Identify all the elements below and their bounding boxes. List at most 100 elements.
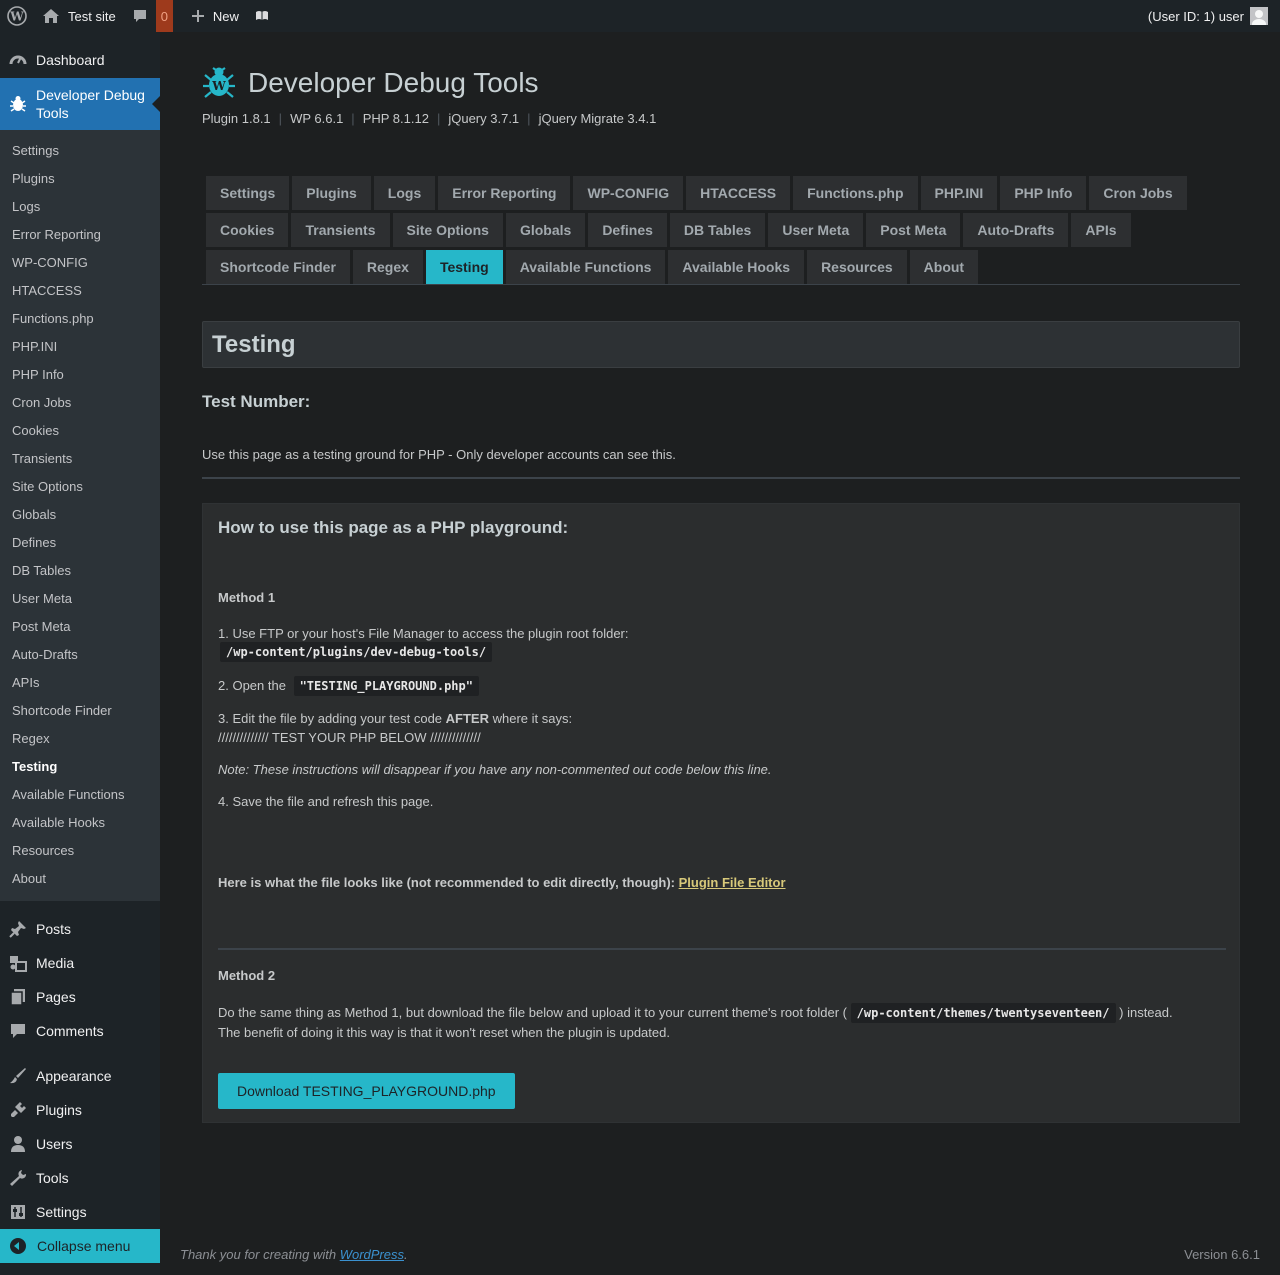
dashboard-icon bbox=[8, 50, 28, 70]
tab-htaccess[interactable]: HTACCESS bbox=[686, 176, 791, 210]
submenu-user-meta[interactable]: User Meta bbox=[0, 585, 160, 613]
site-name: Test site bbox=[68, 8, 116, 24]
tab-php-ini[interactable]: PHP.INI bbox=[920, 176, 998, 210]
tab-resources[interactable]: Resources bbox=[807, 250, 907, 284]
version-divider: | bbox=[351, 111, 355, 126]
plugin-version: Plugin 1.8.1 bbox=[202, 111, 271, 126]
menu-posts[interactable]: Posts bbox=[0, 912, 160, 946]
divider bbox=[218, 948, 1226, 950]
tab-site-options[interactable]: Site Options bbox=[392, 213, 503, 247]
php-comment-marker: ////////////// TEST YOUR PHP BELOW /////… bbox=[218, 730, 481, 745]
submenu-cron-jobs[interactable]: Cron Jobs bbox=[0, 389, 160, 417]
version-list: Plugin 1.8.1 | WP 6.6.1 | PHP 8.1.12 | jQuery … bbox=[202, 111, 656, 126]
submenu-php-ini[interactable]: PHP.INI bbox=[0, 333, 160, 361]
submenu-plugins[interactable]: Plugins bbox=[0, 165, 160, 193]
submenu-available-hooks[interactable]: Available Hooks bbox=[0, 809, 160, 837]
tab-auto-drafts[interactable]: Auto-Drafts bbox=[963, 213, 1069, 247]
submenu-shortcode-finder[interactable]: Shortcode Finder bbox=[0, 697, 160, 725]
tab-about[interactable]: About bbox=[909, 250, 979, 284]
submenu-about[interactable]: About bbox=[0, 865, 160, 893]
tab-available-functions[interactable]: Available Functions bbox=[505, 250, 666, 284]
tab-wp-config[interactable]: WP-CONFIG bbox=[573, 176, 684, 210]
submenu-wp-config[interactable]: WP-CONFIG bbox=[0, 249, 160, 277]
collapse-arrow-icon bbox=[10, 1238, 26, 1254]
tab-available-hooks[interactable]: Available Hooks bbox=[668, 250, 805, 284]
bug-icon: W bbox=[203, 67, 235, 98]
tab-functions-php[interactable]: Functions.php bbox=[793, 176, 918, 210]
wp-version: WP 6.6.1 bbox=[290, 111, 344, 126]
submenu-logs[interactable]: Logs bbox=[0, 193, 160, 221]
menu-settings[interactable]: Settings bbox=[0, 1195, 160, 1229]
tab-cron-jobs[interactable]: Cron Jobs bbox=[1089, 176, 1187, 210]
tab-transients[interactable]: Transients bbox=[291, 213, 390, 247]
tab-defines[interactable]: Defines bbox=[588, 213, 667, 247]
tab-apis[interactable]: APIs bbox=[1071, 213, 1131, 247]
download-playground-button[interactable]: Download TESTING_PLAYGROUND.php bbox=[218, 1073, 515, 1109]
menu-pages[interactable]: Pages bbox=[0, 980, 160, 1014]
menu-media[interactable]: Media bbox=[0, 946, 160, 980]
menu-plugins[interactable]: Plugins bbox=[0, 1093, 160, 1127]
submenu-htaccess[interactable]: HTACCESS bbox=[0, 277, 160, 305]
submenu-regex[interactable]: Regex bbox=[0, 725, 160, 753]
menu-comments[interactable]: Comments bbox=[0, 1014, 160, 1048]
file-preview-text: Here is what the file looks like (not re… bbox=[218, 875, 675, 890]
tab-error-reporting[interactable]: Error Reporting bbox=[438, 176, 571, 210]
playground-instructions-panel: How to use this page as a PHP playground… bbox=[202, 503, 1240, 1123]
submenu-auto-drafts[interactable]: Auto-Drafts bbox=[0, 641, 160, 669]
submenu-transients[interactable]: Transients bbox=[0, 445, 160, 473]
submenu-resources[interactable]: Resources bbox=[0, 837, 160, 865]
menu-appearance[interactable]: Appearance bbox=[0, 1059, 160, 1093]
submenu-post-meta[interactable]: Post Meta bbox=[0, 613, 160, 641]
tab-db-tables[interactable]: DB Tables bbox=[669, 213, 766, 247]
menu-dashboard[interactable]: Dashboard bbox=[0, 43, 160, 77]
tab-settings[interactable]: Settings bbox=[206, 176, 290, 210]
wordpress-link[interactable]: WordPress bbox=[340, 1247, 404, 1262]
menu-users[interactable]: Users bbox=[0, 1127, 160, 1161]
menu-developer-debug-tools[interactable]: Developer Debug Tools bbox=[0, 78, 160, 130]
tab-logs[interactable]: Logs bbox=[373, 176, 436, 210]
book-icon[interactable] bbox=[247, 0, 277, 32]
submenu-apis[interactable]: APIs bbox=[0, 669, 160, 697]
comments-link[interactable]: 0 bbox=[124, 0, 173, 32]
submenu-settings[interactable]: Settings bbox=[0, 137, 160, 165]
plus-icon bbox=[191, 10, 204, 22]
tab-testing[interactable]: Testing bbox=[425, 250, 503, 284]
tab-shortcode-finder[interactable]: Shortcode Finder bbox=[206, 250, 350, 284]
plugin-root-path-code: /wp-content/plugins/dev-debug-tools/ bbox=[220, 642, 493, 662]
user-account-menu[interactable]: (User ID: 1) user bbox=[1148, 0, 1268, 32]
version-divider: | bbox=[527, 111, 531, 126]
submenu-cookies[interactable]: Cookies bbox=[0, 417, 160, 445]
submenu-available-functions[interactable]: Available Functions bbox=[0, 781, 160, 809]
tab-navigation: Settings Plugins Logs Error Reporting WP… bbox=[202, 176, 1240, 285]
tab-regex[interactable]: Regex bbox=[352, 250, 423, 284]
settings-icon bbox=[8, 1202, 28, 1222]
submenu-defines[interactable]: Defines bbox=[0, 529, 160, 557]
submenu-php-info[interactable]: PHP Info bbox=[0, 361, 160, 389]
menu-posts-label: Posts bbox=[36, 921, 72, 937]
submenu-globals[interactable]: Globals bbox=[0, 501, 160, 529]
plugin-file-editor-link[interactable]: Plugin File Editor bbox=[679, 875, 786, 890]
pushpin-icon bbox=[8, 919, 28, 939]
submenu-db-tables[interactable]: DB Tables bbox=[0, 557, 160, 585]
site-name-link[interactable]: Test site bbox=[34, 0, 124, 32]
admin-sidebar: Dashboard Developer Debug Tools Settings… bbox=[0, 32, 160, 1275]
submenu-functions-php[interactable]: Functions.php bbox=[0, 305, 160, 333]
tab-plugins[interactable]: Plugins bbox=[292, 176, 371, 210]
submenu-testing[interactable]: Testing bbox=[0, 753, 160, 781]
intro-text: Use this page as a testing ground for PH… bbox=[202, 447, 676, 462]
panel-title: How to use this page as a PHP playground… bbox=[218, 518, 569, 537]
tab-cookies[interactable]: Cookies bbox=[206, 213, 289, 247]
tab-user-meta[interactable]: User Meta bbox=[768, 213, 864, 247]
tab-post-meta[interactable]: Post Meta bbox=[866, 213, 961, 247]
submenu-site-options[interactable]: Site Options bbox=[0, 473, 160, 501]
menu-tools[interactable]: Tools bbox=[0, 1161, 160, 1195]
tab-globals[interactable]: Globals bbox=[505, 213, 586, 247]
collapse-menu-button[interactable]: Collapse menu bbox=[0, 1229, 160, 1263]
tab-php-info[interactable]: PHP Info bbox=[1000, 176, 1087, 210]
submenu-error-reporting[interactable]: Error Reporting bbox=[0, 221, 160, 249]
menu-media-label: Media bbox=[36, 955, 75, 971]
svg-text:W: W bbox=[211, 79, 226, 93]
wordpress-logo-icon[interactable]: W bbox=[0, 0, 34, 32]
new-content-button[interactable]: New bbox=[183, 0, 247, 32]
step-3-text: 3. Edit the file by adding your test cod… bbox=[218, 711, 443, 726]
